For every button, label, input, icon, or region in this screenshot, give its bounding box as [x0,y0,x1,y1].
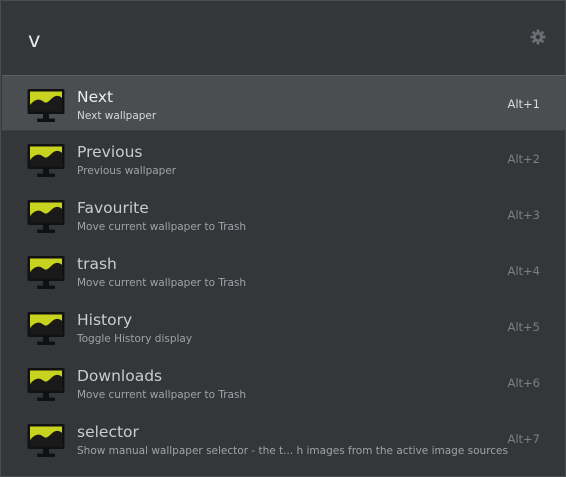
monitor-wallpaper-icon [27,89,65,122]
monitor-wallpaper-icon [27,424,65,457]
results-list: Next Next wallpaper Alt+1 Previous Previ… [2,75,566,467]
result-name: History [77,311,133,329]
gear-icon[interactable] [530,29,546,45]
result-shortcut: Alt+5 [507,320,540,334]
result-name: Favourite [77,199,149,217]
result-description: Next wallpaper [77,110,157,122]
result-name: trash [77,255,117,273]
monitor-wallpaper-icon [27,256,65,289]
result-shortcut: Alt+7 [507,432,540,446]
result-name: selector [77,423,139,441]
result-description: Previous wallpaper [77,165,177,177]
result-name: Previous [77,143,143,161]
result-name: Next [77,88,114,106]
result-shortcut: Alt+6 [507,376,540,390]
monitor-wallpaper-icon [27,200,65,233]
result-shortcut: Alt+3 [507,208,540,222]
result-row-previous[interactable]: Previous Previous wallpaper Alt+2 [2,131,566,187]
result-row-selector[interactable]: selector Show manual wallpaper selector … [2,411,566,467]
result-description: Move current wallpaper to Trash [77,277,247,289]
result-row-trash[interactable]: trash Move current wallpaper to Trash Al… [2,243,566,299]
result-row-next[interactable]: Next Next wallpaper Alt+1 [2,75,566,131]
search-input[interactable]: v [28,27,40,53]
result-row-favourite[interactable]: Favourite Move current wallpaper to Tras… [2,187,566,243]
monitor-wallpaper-icon [27,368,65,401]
search-bar[interactable]: v [1,1,565,75]
result-shortcut: Alt+2 [507,152,540,166]
result-name: Downloads [77,367,163,385]
result-row-history[interactable]: History Toggle History display Alt+5 [2,299,566,355]
monitor-wallpaper-icon [27,312,65,345]
result-description: Move current wallpaper to Trash [77,389,247,401]
result-shortcut: Alt+4 [507,264,540,278]
result-shortcut: Alt+1 [507,97,540,111]
launcher-window: v Next Next wallpaper Alt+1 Previous Pre… [0,0,566,477]
result-description: Toggle History display [77,333,193,345]
result-description: Move current wallpaper to Trash [77,221,247,233]
monitor-wallpaper-icon [27,144,65,177]
result-row-downloads[interactable]: Downloads Move current wallpaper to Tras… [2,355,566,411]
result-description: Show manual wallpaper selector - the t..… [77,445,508,457]
